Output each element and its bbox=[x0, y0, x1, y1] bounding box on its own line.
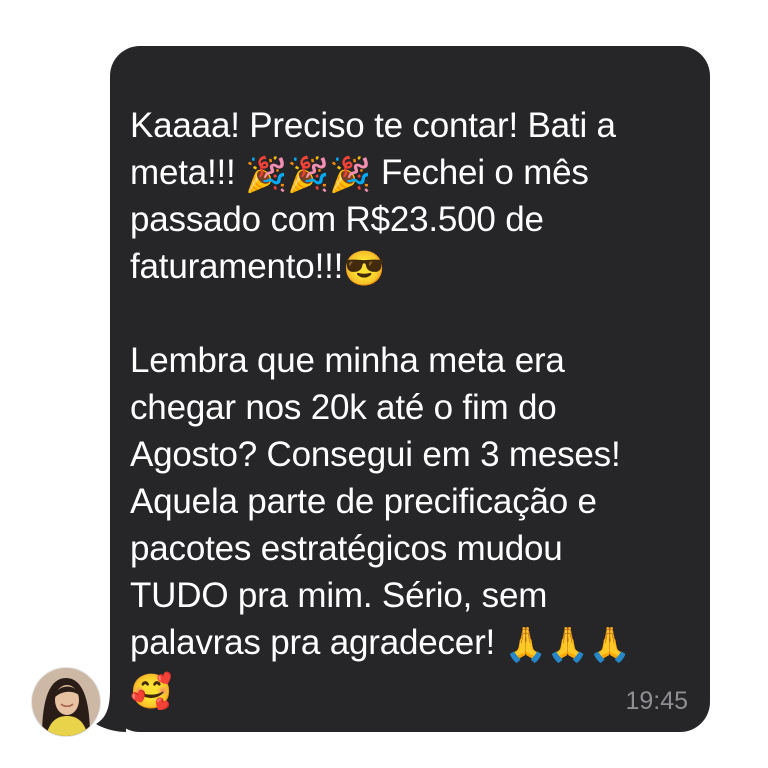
message-line: palavras pra agradecer! 🙏🙏🙏 bbox=[130, 619, 700, 666]
message-line: Agosto? Consegui em 3 meses! bbox=[130, 435, 621, 474]
message-paragraph-1: Kaaaa! Preciso te contar! Bati a meta!!!… bbox=[130, 102, 700, 290]
message-line: faturamento!!!😎 bbox=[130, 243, 700, 290]
smiling-face-with-hearts-icon: 🥰 bbox=[130, 673, 173, 711]
message-text-segment: faturamento!!! bbox=[130, 247, 344, 286]
message-text: Kaaaa! Preciso te contar! Bati a meta!!!… bbox=[130, 102, 700, 713]
chat-screen: Kaaaa! Preciso te contar! Bati a meta!!!… bbox=[0, 0, 768, 768]
message-text-segment: Fechei o mês bbox=[371, 153, 589, 192]
message-line: Kaaaa! Preciso te contar! Bati a bbox=[130, 106, 616, 145]
sunglasses-face-icon: 😎 bbox=[343, 250, 386, 288]
message-line: Lembra que minha meta era bbox=[130, 341, 565, 380]
message-text-segment: meta!!! bbox=[130, 153, 246, 192]
message-timestamp: 19:45 bbox=[625, 687, 688, 715]
message-line: meta!!! 🎉🎉🎉 Fechei o mês bbox=[130, 149, 700, 196]
message-text-segment: palavras pra agradecer! bbox=[130, 623, 505, 662]
message-bubble[interactable]: Kaaaa! Preciso te contar! Bati a meta!!!… bbox=[110, 46, 710, 732]
sender-avatar[interactable] bbox=[32, 668, 100, 736]
party-popper-icon: 🎉🎉🎉 bbox=[245, 156, 372, 194]
message-line: 🥰 bbox=[130, 666, 700, 713]
message-line: TUDO pra mim. Sério, sem bbox=[130, 576, 548, 615]
message-line: pacotes estratégicos mudou bbox=[130, 529, 563, 568]
avatar-photo-icon bbox=[32, 668, 100, 736]
message-line: passado com R$23.500 de bbox=[130, 200, 544, 239]
folded-hands-icon: 🙏🙏🙏 bbox=[504, 626, 632, 664]
message-paragraph-2: Lembra que minha meta era chegar nos 20k… bbox=[130, 337, 700, 713]
message-line: chegar nos 20k até o fim do bbox=[130, 388, 557, 427]
message-line: Aquela parte de precificação e bbox=[130, 482, 597, 521]
